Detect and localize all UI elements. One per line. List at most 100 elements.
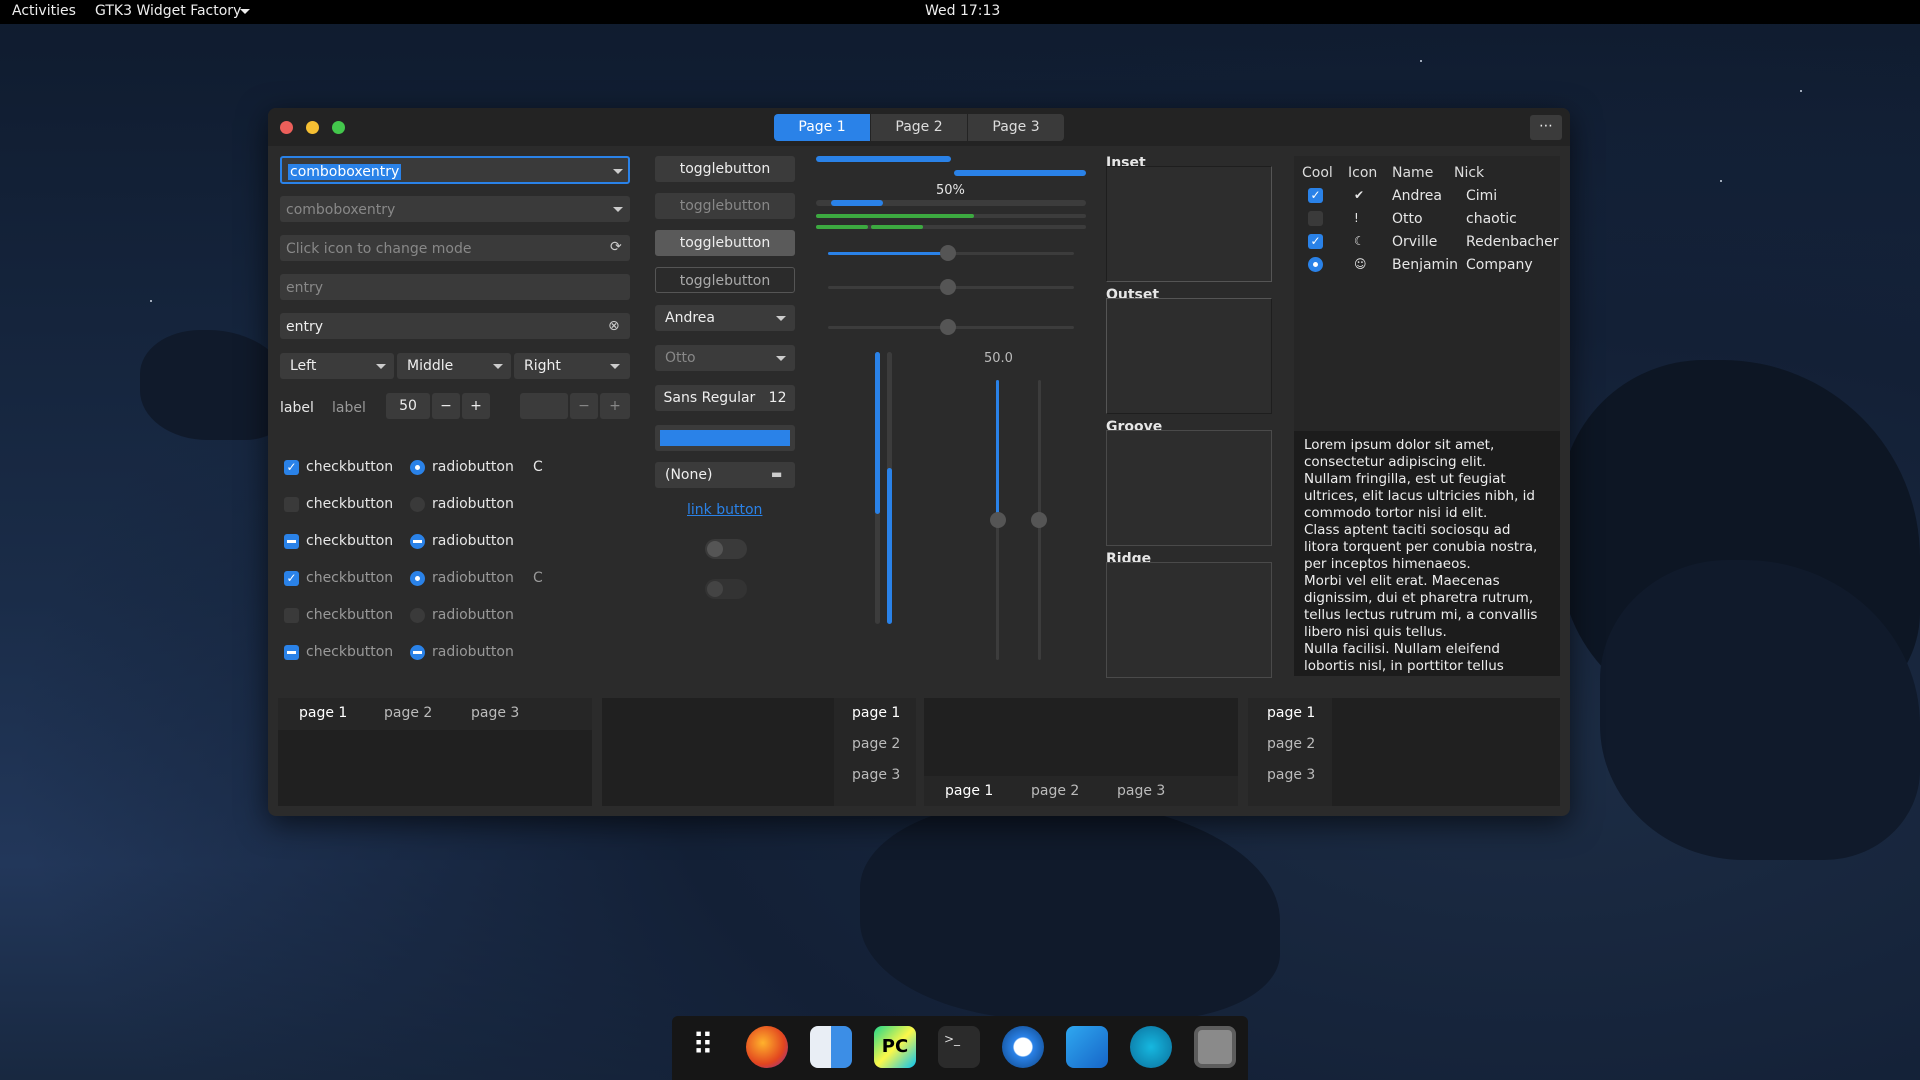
text-view[interactable]: Lorem ipsum dolor sit amet, consectetur a… xyxy=(1294,431,1560,676)
checkbox-off[interactable] xyxy=(284,497,299,512)
togglebutton-active[interactable]: togglebutton xyxy=(655,230,795,256)
combo-otto[interactable]: Otto xyxy=(655,345,795,371)
close-icon[interactable] xyxy=(280,121,293,134)
hscale-knob[interactable] xyxy=(940,319,956,335)
mode-entry[interactable]: Click icon to change mode xyxy=(280,235,630,261)
app-grid-icon[interactable]: ⠿ xyxy=(682,1026,724,1068)
switch-disabled[interactable] xyxy=(705,579,747,599)
text-line: Nullam fringilla, est ut feugiat xyxy=(1304,471,1506,487)
notebook-tab[interactable]: page 3 xyxy=(1117,783,1165,799)
notebook-tab[interactable]: page 1 xyxy=(1267,705,1315,721)
checkbox-checked[interactable]: ✓ xyxy=(284,460,299,475)
radio-mixed[interactable] xyxy=(410,534,425,549)
radio-off[interactable] xyxy=(410,497,425,512)
vscale-fill xyxy=(996,380,999,520)
vertical-progress xyxy=(875,352,880,624)
togglebutton[interactable]: togglebutton xyxy=(655,156,795,182)
combo-andrea[interactable]: Andrea xyxy=(655,305,795,331)
notebook-tab[interactable]: page 3 xyxy=(471,705,519,721)
switch-off[interactable] xyxy=(705,539,747,559)
vscale-knob[interactable] xyxy=(990,512,1006,528)
app-menu-arrow-icon xyxy=(240,9,250,14)
progress-fill xyxy=(954,170,1086,176)
notebook-tab[interactable]: page 2 xyxy=(384,705,432,721)
spin-value-disabled[interactable] xyxy=(520,393,568,419)
screen-icon[interactable] xyxy=(1194,1026,1236,1068)
minimize-icon[interactable] xyxy=(306,121,319,134)
notebook-tab[interactable]: page 1 xyxy=(852,705,900,721)
entry[interactable]: entry xyxy=(280,313,630,339)
finder-icon[interactable] xyxy=(810,1026,852,1068)
terminal-icon[interactable]: >_ xyxy=(938,1026,980,1068)
cool-toggle[interactable] xyxy=(1308,257,1323,272)
timeshift-icon[interactable] xyxy=(1002,1026,1044,1068)
pycharm-icon[interactable]: PC xyxy=(874,1026,916,1068)
tree-column-header[interactable]: Icon xyxy=(1348,166,1377,180)
notebook-tab[interactable]: page 2 xyxy=(852,736,900,752)
chevron-down-icon[interactable] xyxy=(613,169,623,174)
notebook-tab[interactable]: page 2 xyxy=(1031,783,1079,799)
audio-icon[interactable] xyxy=(1130,1026,1172,1068)
spin-minus-button-disabled[interactable]: − xyxy=(570,393,598,419)
level-fill xyxy=(816,225,868,229)
notebook-tab[interactable]: page 2 xyxy=(1267,736,1315,752)
tree-nick: Redenbacher xyxy=(1466,234,1559,250)
togglebutton-flat[interactable]: togglebutton xyxy=(655,267,795,293)
radio-on[interactable] xyxy=(410,571,425,586)
combobox-entry-focused[interactable]: comboboxentry xyxy=(280,156,630,184)
tab-page-1[interactable]: Page 1 xyxy=(774,114,870,141)
island-silhouette xyxy=(860,800,1280,1020)
tab-page-2[interactable]: Page 2 xyxy=(871,114,967,141)
clock[interactable]: Wed 17:13 xyxy=(925,3,1000,19)
window-menu-button[interactable]: ⋯ xyxy=(1530,115,1562,140)
notebook-tab[interactable]: page 3 xyxy=(1267,767,1315,783)
checkbox-mixed[interactable] xyxy=(284,534,299,549)
cool-toggle[interactable]: ✓ xyxy=(1308,234,1323,249)
hscale-knob[interactable] xyxy=(940,245,956,261)
tree-name: Benjamin xyxy=(1392,257,1458,273)
spin-plus-button-disabled[interactable]: + xyxy=(600,393,630,419)
spinner-icon: C xyxy=(533,459,543,475)
cool-toggle[interactable]: ✓ xyxy=(1308,188,1323,203)
cool-toggle[interactable] xyxy=(1308,211,1323,226)
activities-button[interactable]: Activities xyxy=(12,3,76,19)
tree-column-header[interactable]: Nick xyxy=(1454,166,1484,180)
chevron-down-icon[interactable] xyxy=(613,207,623,212)
chevron-down-icon xyxy=(493,364,503,369)
vscale-knob[interactable] xyxy=(1031,512,1047,528)
notebook-tab[interactable]: page 1 xyxy=(945,783,993,799)
checkbox-checked[interactable]: ✓ xyxy=(284,571,299,586)
tree-name: Otto xyxy=(1392,211,1423,227)
text-line: Lorem ipsum dolor sit amet, xyxy=(1304,437,1495,453)
checkbox-mixed[interactable] xyxy=(284,645,299,660)
radio-mixed[interactable] xyxy=(410,645,425,660)
link-button[interactable]: link button xyxy=(687,503,762,517)
entry-disabled[interactable]: entry xyxy=(280,274,630,300)
checkbutton-label: checkbutton xyxy=(306,533,394,549)
radio-on[interactable] xyxy=(410,460,425,475)
clear-icon[interactable]: ⊗ xyxy=(608,319,620,333)
tree-column-header[interactable]: Cool xyxy=(1302,166,1333,180)
checkbox-off[interactable] xyxy=(284,608,299,623)
hscale-knob[interactable] xyxy=(940,279,956,295)
tab-page-3[interactable]: Page 3 xyxy=(968,114,1064,141)
font-button[interactable]: Sans Regular 12 xyxy=(655,385,795,411)
refresh-icon[interactable]: ⟳ xyxy=(610,240,622,254)
togglebutton-disabled[interactable]: togglebutton xyxy=(655,193,795,219)
notebook-tab[interactable]: page 3 xyxy=(852,767,900,783)
app-menu[interactable]: GTK3 Widget Factory xyxy=(95,3,241,19)
spin-minus-button[interactable]: − xyxy=(432,393,460,419)
progress-fill xyxy=(816,156,951,162)
firefox-icon[interactable] xyxy=(746,1026,788,1068)
combobox-entry[interactable]: comboboxentry xyxy=(280,196,630,222)
notebook-tab[interactable]: page 1 xyxy=(299,705,347,721)
notes-icon[interactable] xyxy=(1066,1026,1108,1068)
chevron-down-icon xyxy=(376,364,386,369)
spin-plus-button[interactable]: + xyxy=(462,393,490,419)
maximize-icon[interactable] xyxy=(332,121,345,134)
tree-column-header[interactable]: Name xyxy=(1392,166,1433,180)
radio-off[interactable] xyxy=(410,608,425,623)
color-button[interactable] xyxy=(655,425,795,451)
chevron-down-icon xyxy=(610,364,620,369)
spin-value[interactable]: 50 xyxy=(386,393,430,419)
